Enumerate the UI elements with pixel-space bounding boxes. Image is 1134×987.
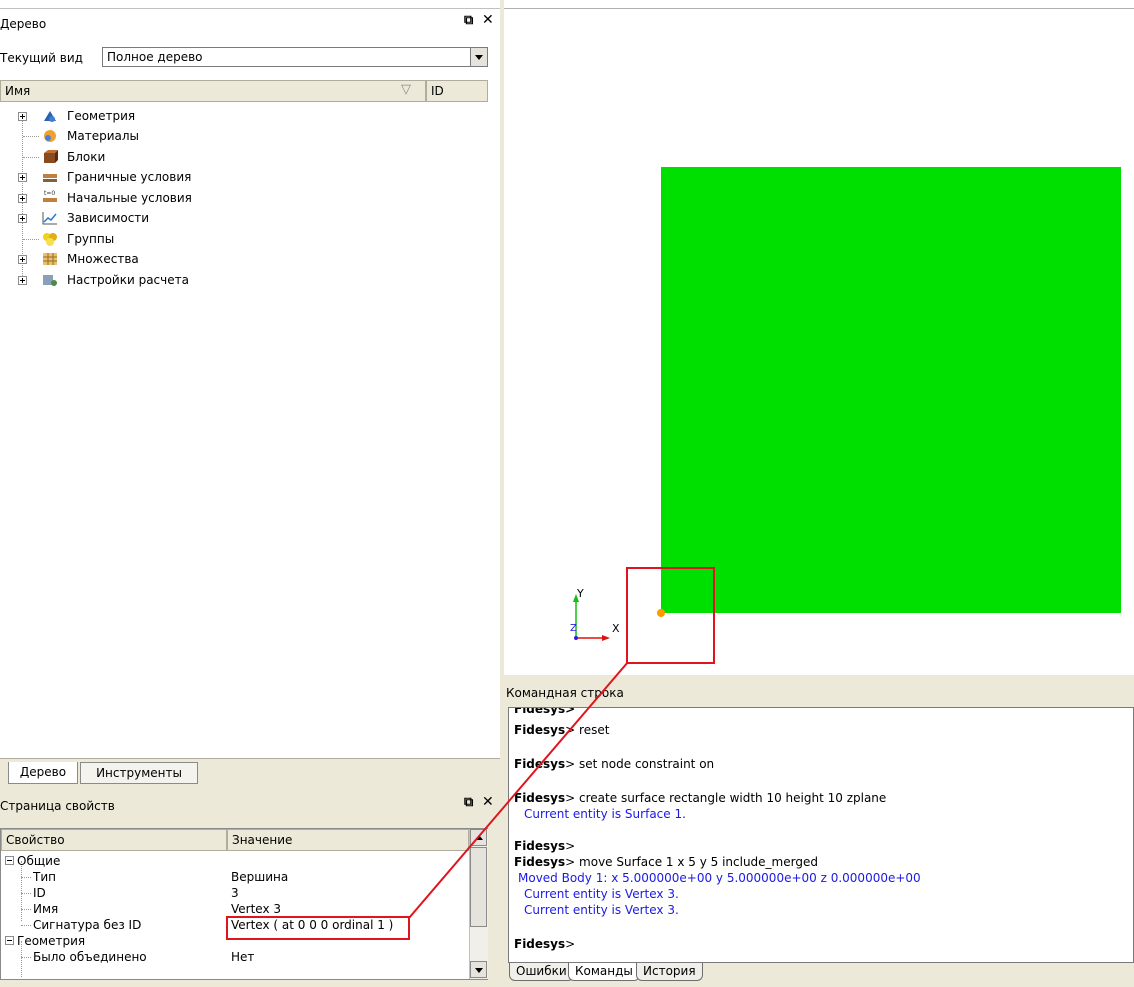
annotation-connector-line: [408, 661, 629, 919]
